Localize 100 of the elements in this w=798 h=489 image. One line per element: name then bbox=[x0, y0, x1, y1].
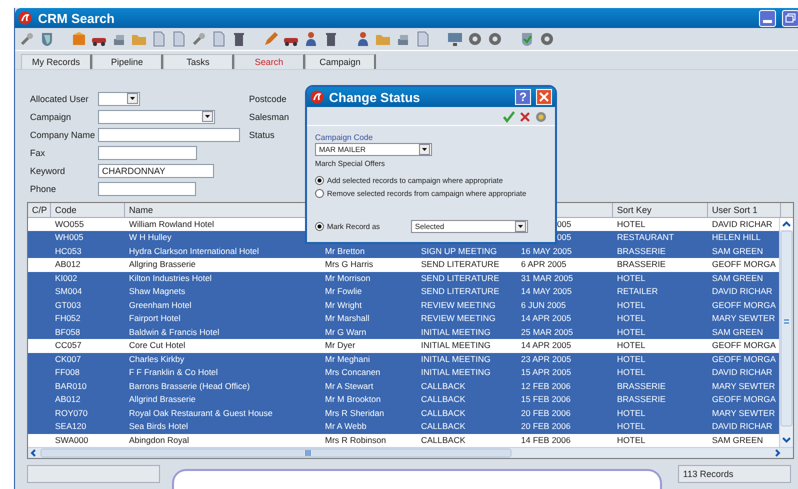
window-title: CRM Search bbox=[38, 10, 116, 26]
column-header[interactable]: User Sort 1 bbox=[708, 202, 781, 217]
table-cell: 005 bbox=[557, 218, 572, 229]
column-header[interactable]: C/P bbox=[28, 202, 51, 217]
input-field[interactable] bbox=[98, 146, 197, 160]
table-cell: SEA120 bbox=[55, 421, 86, 432]
table-cell: SAM GREEN bbox=[712, 272, 764, 283]
table-cell: CALLBACK bbox=[421, 380, 466, 391]
tab[interactable]: Tasks bbox=[163, 54, 234, 69]
table-cell: Mr A Webb bbox=[325, 421, 366, 432]
wrench-icon[interactable] bbox=[19, 31, 35, 48]
dropdown-field[interactable] bbox=[98, 110, 215, 124]
doc-icon[interactable] bbox=[171, 31, 187, 48]
check-icon[interactable] bbox=[519, 31, 535, 48]
checkmark-icon[interactable] bbox=[503, 111, 515, 123]
table-cell: CALLBACK bbox=[421, 394, 466, 404]
column-header[interactable]: Code bbox=[51, 202, 125, 217]
table-cell: CK007 bbox=[55, 354, 81, 364]
table-cell: 005 bbox=[557, 232, 572, 242]
bin-icon[interactable] bbox=[231, 31, 247, 48]
table-cell: 20 FEB 2006 bbox=[521, 421, 571, 432]
doc-icon[interactable] bbox=[211, 31, 227, 48]
column-header[interactable]: Sort Key bbox=[613, 202, 708, 217]
wrench-icon[interactable] bbox=[191, 31, 207, 48]
tab[interactable]: Campaign bbox=[305, 54, 376, 69]
field-label: Salesman bbox=[249, 110, 290, 124]
field-label: Campaign Code bbox=[315, 133, 374, 142]
shield-icon[interactable] bbox=[39, 31, 55, 48]
vertical-scrollbar[interactable] bbox=[779, 218, 793, 448]
close-icon[interactable] bbox=[536, 89, 552, 105]
restore-icon[interactable] bbox=[782, 10, 798, 27]
table-cell: GEOFF MORGA bbox=[712, 394, 776, 404]
radio-button[interactable] bbox=[315, 176, 324, 185]
minimize-icon[interactable] bbox=[759, 10, 776, 27]
record-count: 113 Records bbox=[678, 464, 791, 483]
field-label: Phone bbox=[30, 182, 58, 196]
person-icon[interactable] bbox=[355, 31, 371, 48]
table-cell: RESTAURANT bbox=[617, 232, 674, 242]
table-cell: REVIEW MEETING bbox=[421, 300, 496, 310]
table-cell: MARY SEWTER bbox=[712, 408, 775, 418]
gear-icon[interactable] bbox=[535, 111, 547, 123]
radio-button[interactable] bbox=[315, 222, 324, 230]
input-field[interactable]: CHARDONNAY bbox=[98, 164, 214, 178]
table-cell: HOTEL bbox=[617, 326, 646, 337]
doc-icon[interactable] bbox=[415, 31, 431, 48]
table-cell: 15 APR 2005 bbox=[521, 367, 572, 378]
table-cell: FF008 bbox=[55, 367, 80, 378]
table-cell: W H Hulley bbox=[129, 232, 172, 242]
table-cell: RETAILER bbox=[617, 286, 658, 296]
table-cell: MARY SEWTER bbox=[712, 313, 775, 324]
help-button[interactable]: ? bbox=[515, 89, 531, 105]
table-cell: HOTEL bbox=[617, 218, 646, 229]
table-cell: Mr A Stewart bbox=[325, 380, 374, 391]
radio-button[interactable] bbox=[315, 189, 324, 198]
table-cell: Shaw Magnets bbox=[129, 286, 186, 296]
table-cell: Mrs Concanen bbox=[325, 367, 380, 378]
dialog-title: Change Status bbox=[329, 90, 422, 104]
gear-icon[interactable] bbox=[487, 31, 503, 48]
field-label: Status bbox=[249, 128, 276, 142]
table-cell: F F Franklin & Co Hotel bbox=[129, 367, 218, 378]
table-cell: HOTEL bbox=[617, 421, 646, 432]
gear-icon[interactable] bbox=[467, 31, 483, 48]
person-icon[interactable] bbox=[303, 31, 319, 48]
table-cell: 12 FEB 2006 bbox=[521, 380, 571, 391]
input-field[interactable] bbox=[98, 182, 196, 196]
monitor-icon[interactable] bbox=[447, 31, 463, 48]
table-cell: HOTEL bbox=[617, 313, 646, 324]
table-cell: Mr G Warn bbox=[325, 326, 366, 337]
table-cell: Mr Dyer bbox=[325, 340, 356, 350]
table-cell: AB012 bbox=[55, 259, 81, 270]
doc-icon[interactable] bbox=[151, 31, 167, 48]
cross-icon[interactable] bbox=[519, 111, 531, 123]
table-cell: William Rowland Hotel bbox=[129, 218, 214, 229]
table-cell: Fairport Hotel bbox=[129, 313, 180, 324]
horizontal-scrollbar[interactable] bbox=[28, 446, 793, 458]
table-cell: FH052 bbox=[55, 313, 81, 324]
table-cell: AB012 bbox=[55, 394, 81, 404]
table-cell: 15 FEB 2006 bbox=[521, 394, 571, 404]
tab[interactable]: Pipeline bbox=[92, 54, 163, 69]
table-cell: Mrs R Robinson bbox=[325, 434, 386, 445]
table-cell: Allgring Brasserie bbox=[129, 259, 196, 270]
table-cell: Barrons Brasserie (Head Office) bbox=[129, 380, 250, 391]
table-cell: DAVID RICHAR bbox=[712, 218, 772, 229]
gear-icon[interactable] bbox=[539, 31, 555, 48]
input-field[interactable] bbox=[98, 128, 240, 142]
table-cell: SAM GREEN bbox=[712, 434, 764, 445]
table-cell: INITIAL MEETING bbox=[421, 354, 491, 364]
table-cell: 6 APR 2005 bbox=[521, 259, 566, 270]
table-cell: GT003 bbox=[55, 300, 81, 310]
bin-icon[interactable] bbox=[323, 31, 339, 48]
table-cell: SWA000 bbox=[55, 434, 88, 445]
dropdown-field[interactable] bbox=[98, 92, 140, 106]
table-cell: 14 FEB 2006 bbox=[521, 434, 571, 445]
tab[interactable]: Search bbox=[234, 54, 305, 69]
table-cell: Mr Bretton bbox=[325, 246, 365, 256]
logo-icon bbox=[310, 90, 324, 104]
tab[interactable]: My Records bbox=[21, 54, 92, 69]
table-cell: HOTEL bbox=[617, 272, 646, 283]
table-cell: BAR010 bbox=[55, 380, 87, 391]
table-cell: 14 MAY 2005 bbox=[521, 286, 572, 296]
